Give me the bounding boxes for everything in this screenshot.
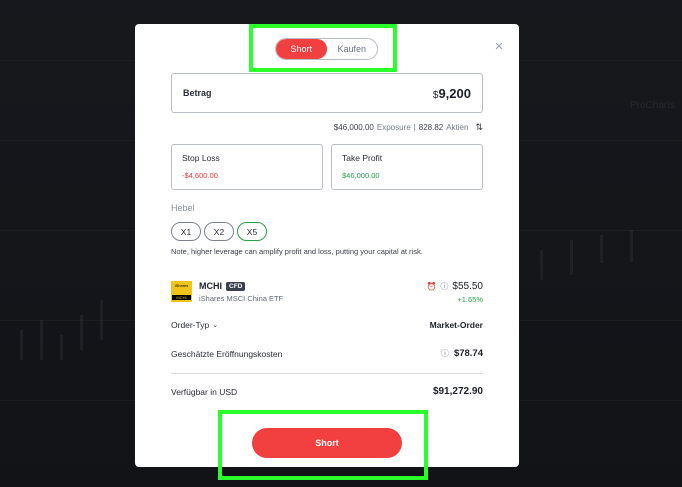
- chevron-down-icon: ⌄: [212, 322, 219, 329]
- order-type-row: Order-Typ ⌄ Market-Order: [171, 320, 483, 330]
- stop-loss-box[interactable]: Stop Loss -$4,600.00: [171, 144, 323, 190]
- leverage-x1-button[interactable]: X1: [171, 222, 201, 241]
- amount-value: $9,200: [433, 86, 471, 101]
- asset-ticker: MCHI CFD: [199, 281, 246, 291]
- asset-name: iShares MSCI China ETF: [199, 294, 284, 303]
- swap-icon[interactable]: ⇅: [475, 122, 483, 133]
- estimated-cost-label: Geschätzte Eröffnungskosten: [171, 348, 283, 359]
- amount-label: Betrag: [183, 88, 212, 98]
- amount-number: 9,200: [438, 85, 471, 101]
- estimated-cost-value-wrap: ⓘ $78.74: [441, 348, 483, 359]
- stop-loss-title: Stop Loss: [182, 153, 220, 163]
- leverage-options: X1 X2 X5: [171, 222, 267, 241]
- shares-value: 828.82: [418, 123, 444, 132]
- alarm-icon[interactable]: ⏰: [426, 282, 436, 291]
- asset-price-block: ⏰ ⓘ $55.50 +1.65%: [426, 281, 483, 304]
- shares-label: Aktien: [446, 123, 469, 132]
- available-row: Verfügbar in USD $91,272.90: [171, 386, 483, 397]
- leverage-label: Hebel: [171, 203, 195, 213]
- stop-loss-value: -$4,600.00: [182, 171, 218, 180]
- exposure-separator: |: [413, 123, 416, 132]
- available-label: Verfügbar in USD: [171, 386, 238, 397]
- exposure-value: $46,000.00: [333, 123, 374, 132]
- available-value: $91,272.90: [432, 386, 483, 397]
- cfd-badge: CFD: [226, 281, 246, 291]
- order-type-label: Order-Typ: [171, 320, 210, 330]
- toggle-highlight-box: [249, 24, 397, 72]
- price-change: +1.65%: [457, 295, 483, 304]
- exposure-line: $46,000.00 Exposure | 828.82 Aktien ⇅: [334, 122, 483, 133]
- estimated-cost-row: Geschätzte Eröffnungskosten ⓘ $78.74: [171, 348, 483, 359]
- asset-price: $55.50: [452, 281, 483, 292]
- leverage-x2-button[interactable]: X2: [204, 222, 234, 241]
- price-line: ⏰ ⓘ $55.50: [426, 281, 483, 292]
- asset-info: iShares MCHI MCHI CFD iShares MSCI China…: [171, 281, 483, 305]
- leverage-x5-button[interactable]: X5: [237, 222, 267, 241]
- logo-bottom-text: MCHI: [172, 295, 191, 300]
- order-type-value: Market-Order: [429, 320, 483, 330]
- info-icon[interactable]: ⓘ: [441, 348, 449, 359]
- exposure-label: Exposure: [376, 123, 411, 132]
- estimated-cost-value: $78.74: [453, 348, 483, 359]
- short-submit-button[interactable]: Short: [252, 428, 402, 458]
- amount-input[interactable]: Betrag $9,200: [171, 73, 483, 113]
- info-icon[interactable]: ⓘ: [440, 281, 448, 292]
- leverage-note: Note, higher leverage can amplify profit…: [171, 247, 423, 256]
- take-profit-box[interactable]: Take Profit $46,000.00: [331, 144, 483, 190]
- take-profit-title: Take Profit: [342, 153, 383, 163]
- logo-top-text: iShares: [174, 283, 189, 288]
- order-type-dropdown[interactable]: Order-Typ ⌄: [171, 320, 218, 330]
- close-icon[interactable]: ×: [492, 39, 506, 54]
- divider: [171, 373, 483, 374]
- ticker-text: MCHI: [199, 281, 222, 291]
- trade-dialog: × Short Kaufen Betrag $9,200 $46,000.00 …: [135, 24, 519, 467]
- ishares-logo: iShares MCHI: [171, 281, 192, 302]
- take-profit-value: $46,000.00: [342, 171, 380, 180]
